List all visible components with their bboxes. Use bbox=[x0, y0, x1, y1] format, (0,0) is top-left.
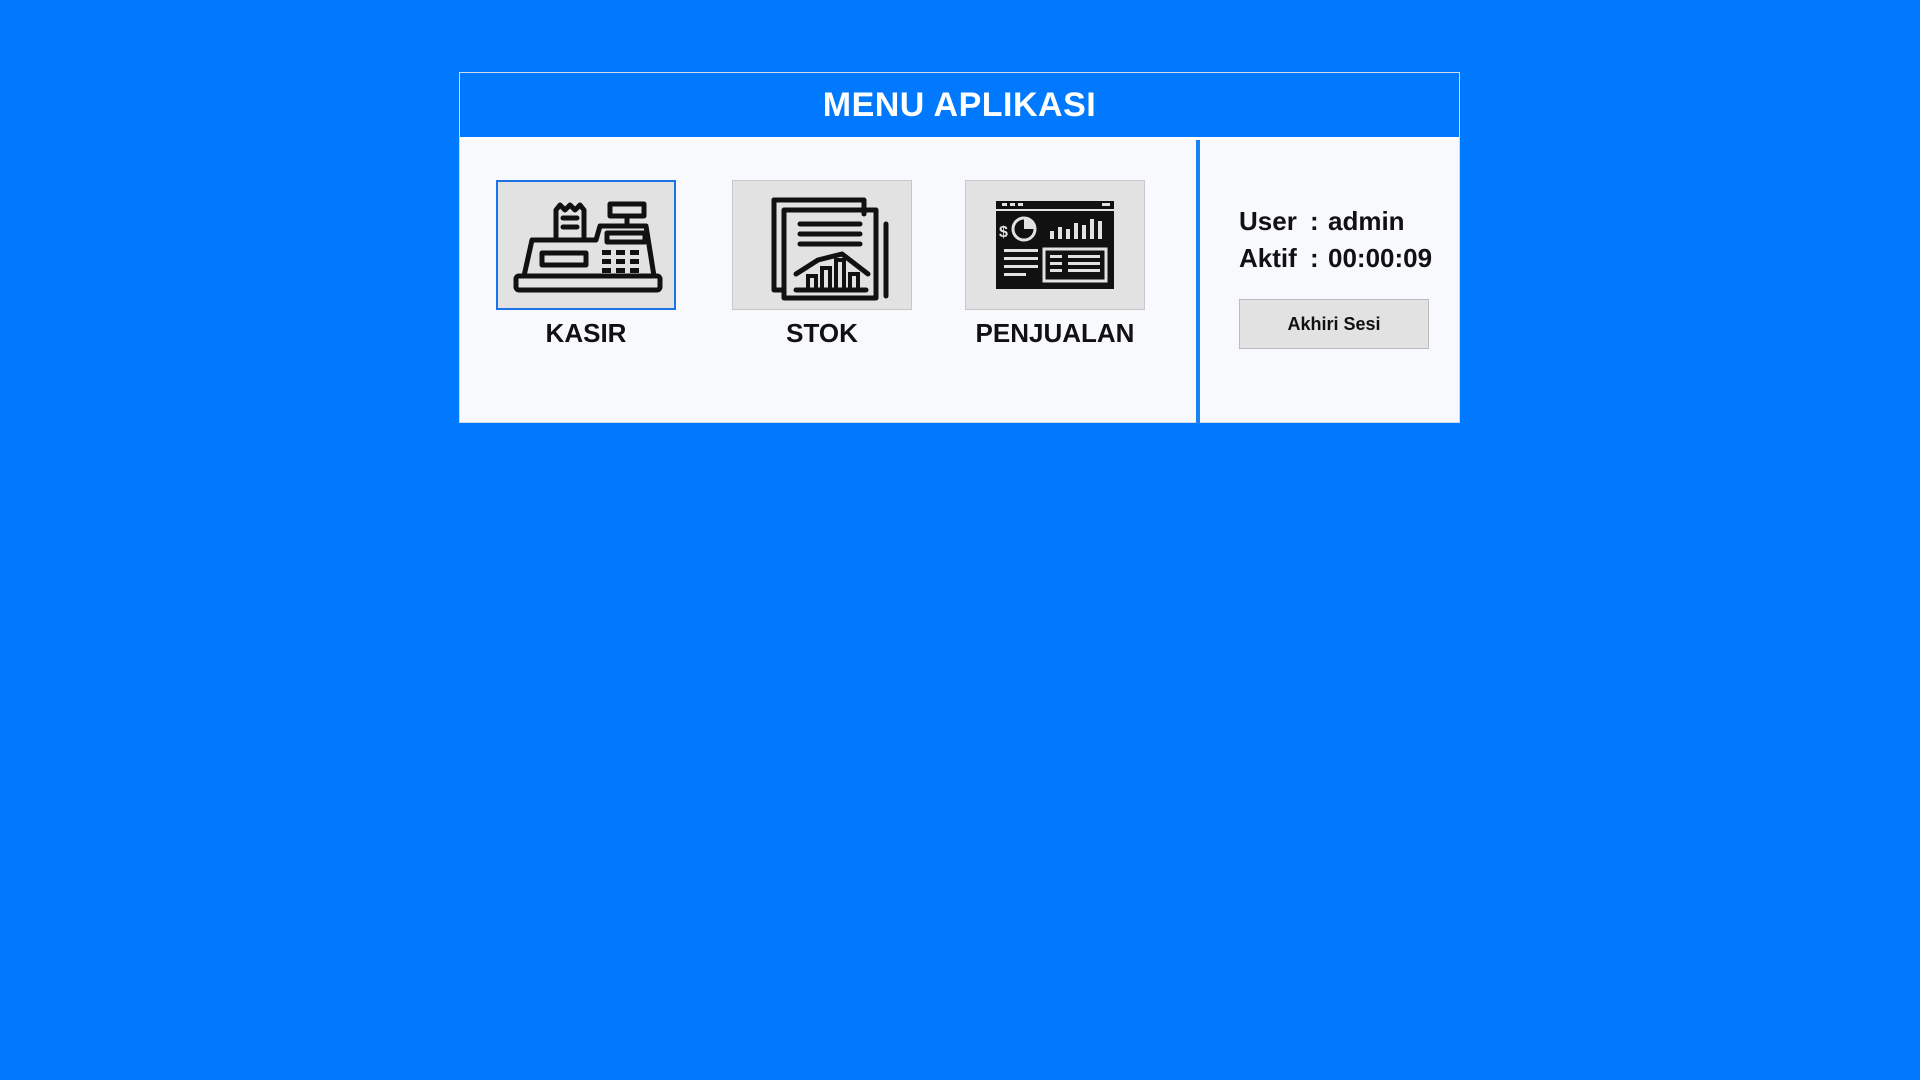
menu-item-kasir[interactable]: KASIR bbox=[496, 180, 676, 349]
active-timer: 00:00:09 bbox=[1328, 243, 1433, 273]
end-session-button[interactable]: Akhiri Sesi bbox=[1239, 299, 1429, 349]
user-label: User bbox=[1239, 206, 1297, 236]
menu-label: KASIR bbox=[545, 318, 627, 348]
menu-item-stok[interactable]: STOK bbox=[732, 180, 912, 349]
active-separator: : bbox=[1310, 243, 1319, 273]
user-row: User: admin bbox=[1239, 203, 1432, 240]
session-info: User: admin Aktif:00:00:09 bbox=[1239, 203, 1432, 277]
panel-divider bbox=[1196, 140, 1200, 423]
cash-register-icon bbox=[513, 201, 663, 293]
stock-report-icon bbox=[771, 197, 889, 300]
page-title: MENU APLIKASI bbox=[822, 85, 1097, 124]
app-menu-panel: MENU APLIKASI KASIR STOK $ PENJUALAN Use… bbox=[459, 72, 1460, 423]
active-row: Aktif:00:00:09 bbox=[1239, 240, 1432, 277]
menu-item-penjualan[interactable]: $ PENJUALAN bbox=[965, 180, 1145, 349]
user-separator: : bbox=[1310, 206, 1319, 236]
menu-label: PENJUALAN bbox=[975, 318, 1135, 348]
title-bar: MENU APLIKASI bbox=[460, 73, 1459, 140]
menu-label: STOK bbox=[786, 318, 858, 348]
penjualan-button[interactable]: $ bbox=[965, 180, 1145, 310]
user-value: admin bbox=[1328, 206, 1405, 236]
kasir-button[interactable] bbox=[496, 180, 676, 310]
svg-text:$: $ bbox=[999, 224, 1008, 241]
stok-button[interactable] bbox=[732, 180, 912, 310]
sales-dashboard-icon: $ bbox=[996, 201, 1114, 289]
active-label: Aktif bbox=[1239, 243, 1297, 273]
